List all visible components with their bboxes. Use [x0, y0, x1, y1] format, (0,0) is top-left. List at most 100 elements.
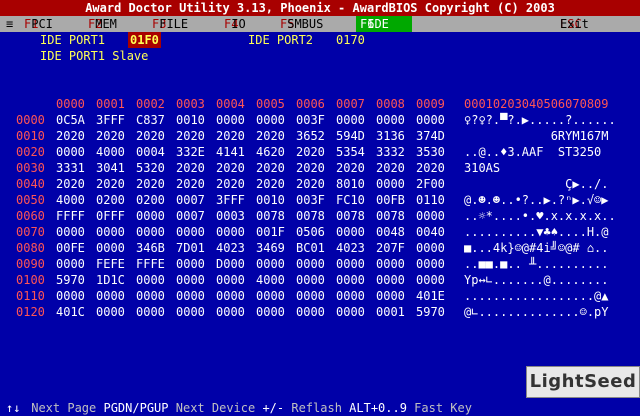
hex-cell[interactable]: 2020: [256, 160, 285, 176]
hex-cell[interactable]: 001F: [256, 224, 285, 240]
hex-cell[interactable]: 003F: [296, 192, 325, 208]
hex-cell[interactable]: 00FB: [376, 192, 405, 208]
hex-cell[interactable]: 0000: [216, 304, 245, 320]
hex-cell[interactable]: 0000: [416, 272, 445, 288]
hex-cell[interactable]: 2020: [56, 176, 85, 192]
hex-cell[interactable]: 3652: [296, 128, 325, 144]
hex-cell[interactable]: 0000: [256, 288, 285, 304]
hex-cell[interactable]: 0078: [336, 208, 365, 224]
hex-cell[interactable]: 0200: [96, 192, 125, 208]
hex-cell[interactable]: 4000: [256, 272, 285, 288]
hex-cell[interactable]: 0000: [96, 288, 125, 304]
hex-cell[interactable]: 2020: [256, 176, 285, 192]
hex-cell[interactable]: 2F00: [416, 176, 445, 192]
hex-cell[interactable]: 0010: [176, 112, 205, 128]
hex-cell[interactable]: 0200: [136, 192, 165, 208]
hex-cell[interactable]: 594D: [336, 128, 365, 144]
hex-cell[interactable]: 0000: [336, 224, 365, 240]
hex-cell[interactable]: 3FFF: [216, 192, 245, 208]
hex-cell[interactable]: FFFE: [136, 256, 165, 272]
hex-cell[interactable]: 0010: [256, 192, 285, 208]
hex-cell[interactable]: 0000: [296, 304, 325, 320]
hex-cell[interactable]: 2020: [296, 144, 325, 160]
hex-cell[interactable]: 0000: [256, 256, 285, 272]
hex-cell[interactable]: 2020: [136, 176, 165, 192]
hex-cell[interactable]: 8010: [336, 176, 365, 192]
hex-cell[interactable]: 0000: [416, 240, 445, 256]
hex-cell[interactable]: 2020: [176, 128, 205, 144]
hex-cell[interactable]: 0000: [336, 112, 365, 128]
hex-cell[interactable]: 0000: [136, 208, 165, 224]
hex-cell[interactable]: 0000: [136, 288, 165, 304]
hex-cell[interactable]: 3332: [376, 144, 405, 160]
hex-cell[interactable]: 0000: [176, 304, 205, 320]
hex-cell[interactable]: 2020: [376, 160, 405, 176]
hex-cell[interactable]: 0007: [176, 192, 205, 208]
menu-item-file[interactable]: F3 FILE: [152, 16, 188, 32]
hex-cell[interactable]: D000: [216, 256, 245, 272]
hex-cell[interactable]: 0000: [176, 272, 205, 288]
hex-cell[interactable]: 00FE: [56, 240, 85, 256]
hex-cell[interactable]: 0000: [336, 256, 365, 272]
ide-port1-value[interactable]: 01F0: [128, 32, 161, 48]
hex-cell[interactable]: 0000: [56, 288, 85, 304]
hex-cell[interactable]: 0000: [136, 272, 165, 288]
hex-cell[interactable]: 0000: [256, 112, 285, 128]
hex-cell[interactable]: 4000: [56, 192, 85, 208]
hex-cell[interactable]: 5320: [136, 160, 165, 176]
menu-item-smbus[interactable]: F5 SMBUS: [280, 16, 323, 32]
hex-cell[interactable]: 2020: [216, 128, 245, 144]
hex-cell[interactable]: 0000: [56, 144, 85, 160]
hex-cell[interactable]: FEFE: [96, 256, 125, 272]
hex-cell[interactable]: 0048: [376, 224, 405, 240]
hex-cell[interactable]: 0000: [376, 176, 405, 192]
hex-cell[interactable]: 5970: [56, 272, 85, 288]
hex-cell[interactable]: 0000: [216, 272, 245, 288]
hex-cell[interactable]: 0078: [376, 208, 405, 224]
hex-cell[interactable]: 0000: [176, 256, 205, 272]
hex-cell[interactable]: 2020: [256, 128, 285, 144]
hex-cell[interactable]: 0040: [416, 224, 445, 240]
hex-cell[interactable]: 0FFF: [96, 208, 125, 224]
hex-cell[interactable]: 0000: [416, 208, 445, 224]
hex-cell[interactable]: 2020: [96, 176, 125, 192]
hex-cell[interactable]: 0000: [376, 112, 405, 128]
hex-cell[interactable]: 0000: [216, 288, 245, 304]
hex-cell[interactable]: 2020: [296, 176, 325, 192]
hex-cell[interactable]: 4023: [336, 240, 365, 256]
hex-cell[interactable]: 0C5A: [56, 112, 85, 128]
hex-cell[interactable]: 0000: [416, 112, 445, 128]
hex-cell[interactable]: 0000: [216, 224, 245, 240]
hex-cell[interactable]: FC10: [336, 192, 365, 208]
hex-cell[interactable]: 0000: [96, 240, 125, 256]
menu-icon[interactable]: ≡: [6, 16, 13, 32]
hex-cell[interactable]: 0000: [296, 288, 325, 304]
hex-cell[interactable]: 0000: [296, 272, 325, 288]
menu-item-ide[interactable]: F6 IDE: [356, 16, 412, 32]
hex-cell[interactable]: 0000: [336, 272, 365, 288]
hex-cell[interactable]: 0007: [176, 208, 205, 224]
hex-cell[interactable]: 374D: [416, 128, 445, 144]
hex-cell[interactable]: 401C: [56, 304, 85, 320]
hex-cell[interactable]: 3136: [376, 128, 405, 144]
hex-cell[interactable]: 4000: [96, 144, 125, 160]
hex-cell[interactable]: 4023: [216, 240, 245, 256]
hex-cell[interactable]: BC01: [296, 240, 325, 256]
hex-cell[interactable]: 0000: [56, 224, 85, 240]
hex-cell[interactable]: 0506: [296, 224, 325, 240]
hex-cell[interactable]: 7D01: [176, 240, 205, 256]
hex-cell[interactable]: 0003: [216, 208, 245, 224]
hex-cell[interactable]: 0004: [136, 144, 165, 160]
hex-cell[interactable]: 2020: [136, 128, 165, 144]
hex-cell[interactable]: 207F: [376, 240, 405, 256]
hex-cell[interactable]: 0000: [56, 256, 85, 272]
hex-cell[interactable]: C837: [136, 112, 165, 128]
hex-cell[interactable]: 2020: [176, 160, 205, 176]
menu-item-pci[interactable]: F1 PCI: [24, 16, 53, 32]
hex-cell[interactable]: 0000: [296, 256, 325, 272]
hex-cell[interactable]: 0078: [296, 208, 325, 224]
hex-cell[interactable]: 3469: [256, 240, 285, 256]
hex-cell[interactable]: 2020: [96, 128, 125, 144]
menu-item-io[interactable]: F4 IO: [224, 16, 246, 32]
hex-cell[interactable]: 0000: [216, 112, 245, 128]
